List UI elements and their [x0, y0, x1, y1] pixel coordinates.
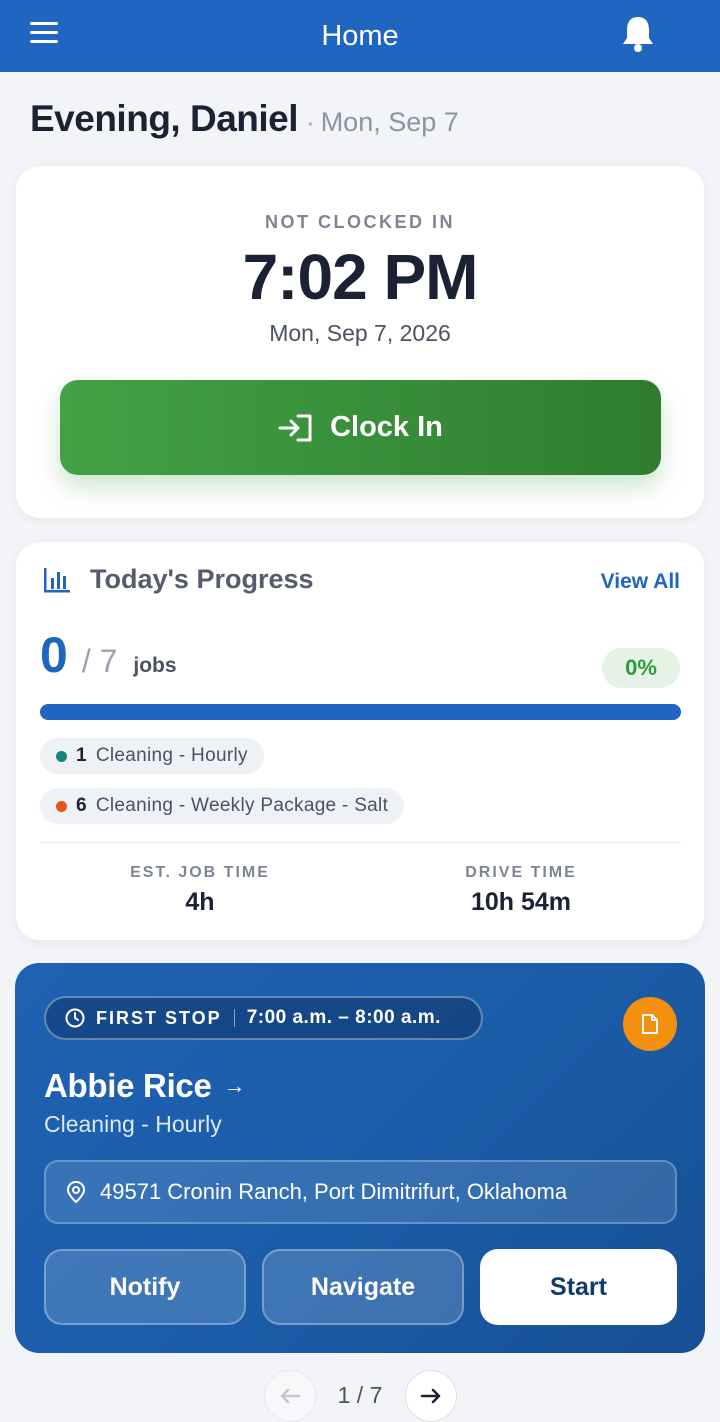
greeting-separator: · [306, 107, 315, 137]
current-date: Mon, Sep 7, 2026 [269, 320, 451, 346]
category-chip-hourly: 1 Cleaning - Hourly [40, 738, 264, 774]
top-app-bar: Home [0, 0, 720, 72]
bar-chart-icon [44, 567, 70, 592]
category-dot [56, 800, 67, 812]
arrow-right-icon: → [223, 1073, 246, 1098]
progress-header: Today's Progress [42, 564, 314, 595]
clock-in-label: Clock In [330, 411, 443, 443]
sign-in-icon [278, 414, 312, 441]
navigate-button[interactable]: Navigate [262, 1249, 464, 1325]
progress-title: Today's Progress [90, 564, 314, 594]
address-text: 49571 Cronin Ranch, Port Dimitrifurt, Ok… [100, 1179, 568, 1204]
clock-status: NOT CLOCKED IN [265, 212, 455, 232]
job-card: FIRST STOP 7:00 a.m. – 8:00 a.m. Abbie R… [15, 963, 705, 1353]
time-window: 7:00 a.m. – 8:00 a.m. [246, 1007, 441, 1028]
view-all-link[interactable]: View All [601, 570, 680, 594]
clock-in-button[interactable]: Clock In [60, 380, 661, 475]
category-label: Cleaning - Hourly [95, 745, 248, 766]
greeting-name: Evening, Daniel [30, 98, 299, 139]
stat-value: 4h [185, 888, 215, 916]
arrow-right-icon[interactable] [405, 1370, 457, 1422]
arrow-left-icon[interactable] [264, 1370, 316, 1422]
progress-card: Today's Progress View All 0 / 7 jobs 0% … [16, 542, 704, 940]
jobs-count: 0 / 7 jobs [40, 626, 177, 684]
category-chip-weekly: 6 Cleaning - Weekly Package - Salt [40, 788, 405, 824]
first-stop-pill: FIRST STOP 7:00 a.m. – 8:00 a.m. [44, 996, 483, 1040]
percent-badge: 0% [602, 648, 680, 688]
stat-value: 10h 54m [470, 888, 572, 916]
greeting-date: Mon, Sep 7 [320, 107, 459, 137]
category-dot [56, 750, 67, 762]
stat-est-job-time: EST. JOB TIME 4h [50, 864, 350, 917]
progress-bar [40, 704, 681, 720]
category-label: Cleaning - Weekly Package - Salt [95, 795, 389, 816]
greeting: Evening, Daniel · Mon, Sep 7 [30, 98, 459, 140]
jobs-completed: 0 [40, 627, 68, 683]
category-count: 1 [76, 745, 87, 766]
jobs-unit: jobs [133, 654, 177, 677]
stat-label: EST. JOB TIME [130, 864, 270, 881]
clock-card: NOT CLOCKED IN 7:02 PM Mon, Sep 7, 2026 … [16, 166, 704, 518]
pill-divider [233, 1009, 235, 1027]
divider [40, 842, 681, 843]
current-time: 7:02 PM [242, 241, 479, 313]
address-field[interactable]: 49571 Cronin Ranch, Port Dimitrifurt, Ok… [44, 1160, 677, 1224]
location-pin-icon [66, 1180, 86, 1204]
client-name-link[interactable]: Abbie Rice → [44, 1067, 246, 1105]
clock-pin-icon [65, 1008, 85, 1028]
page-title: Home [321, 19, 399, 52]
start-button[interactable]: Start [480, 1249, 677, 1325]
document-icon[interactable] [623, 997, 677, 1051]
client-name: Abbie Rice [44, 1067, 212, 1104]
jobs-total: / 7 [81, 643, 118, 679]
stop-label: FIRST STOP [96, 1007, 222, 1028]
bell-icon[interactable] [620, 14, 656, 54]
stat-drive-time: DRIVE TIME 10h 54m [371, 864, 671, 917]
category-count: 6 [76, 795, 87, 816]
pager: 1 / 7 [0, 1370, 720, 1422]
notify-button[interactable]: Notify [44, 1249, 246, 1325]
menu-icon[interactable] [30, 22, 58, 46]
stat-label: DRIVE TIME [465, 864, 577, 881]
job-service: Cleaning - Hourly [44, 1111, 222, 1137]
page-indicator: 1 / 7 [337, 1382, 383, 1408]
